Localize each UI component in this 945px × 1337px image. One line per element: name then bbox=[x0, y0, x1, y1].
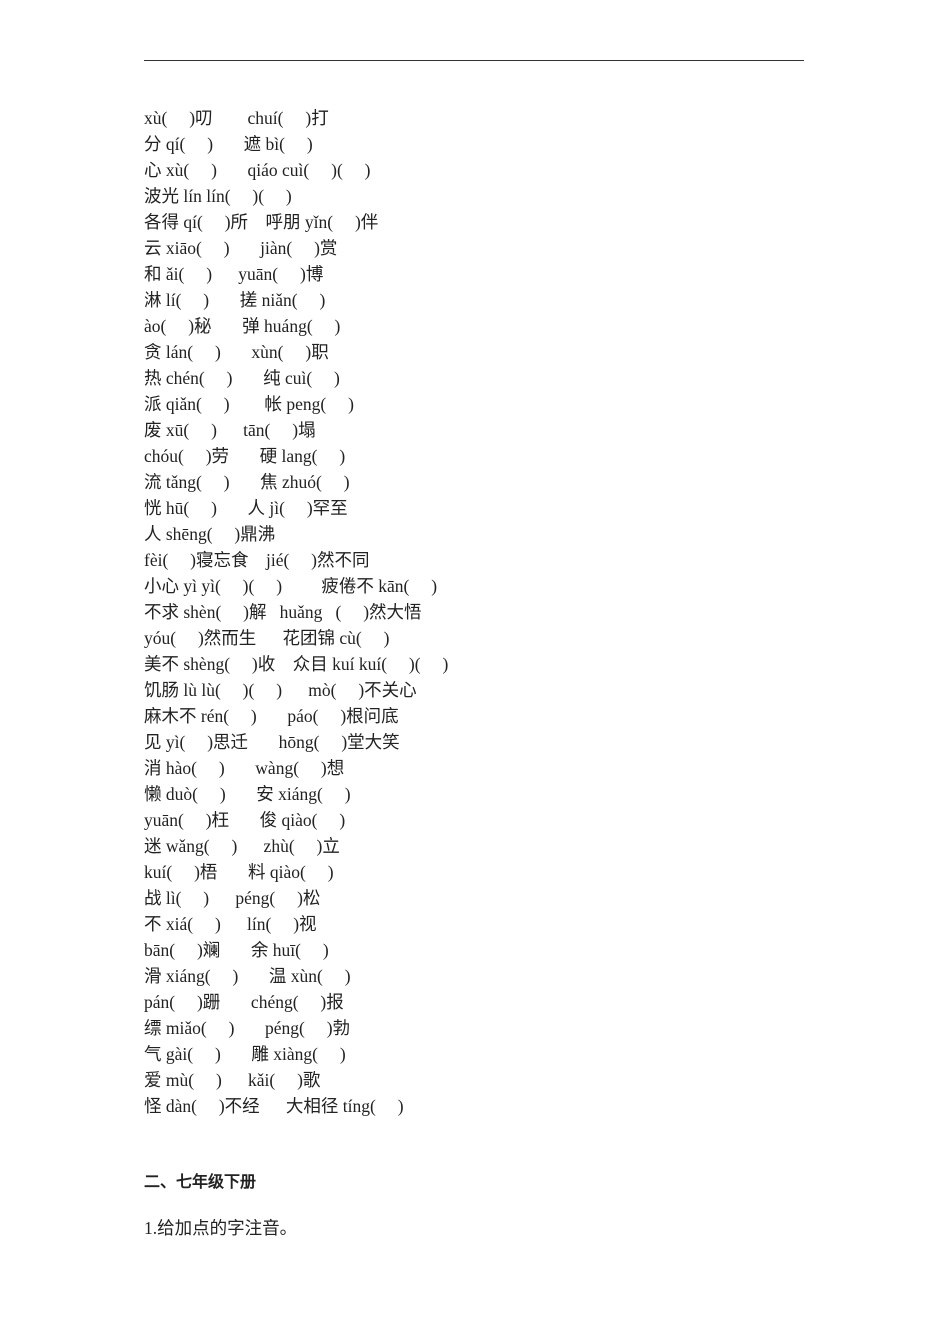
exercise-line: 心 xù( ) qiáo cuì( )( ) bbox=[144, 157, 804, 183]
exercise-line: ào( )秘 弹 huáng( ) bbox=[144, 313, 804, 339]
header-rule bbox=[144, 60, 804, 61]
exercise-line: 见 yì( )思迁 hōng( )堂大笑 bbox=[144, 729, 804, 755]
exercise-line: 战 lì( ) péng( )松 bbox=[144, 885, 804, 911]
exercise-line: 流 tǎng( ) 焦 zhuó( ) bbox=[144, 469, 804, 495]
exercise-line: 不 xiá( ) lín( )视 bbox=[144, 911, 804, 937]
exercise-line: 怪 dàn( )不经 大相径 tíng( ) bbox=[144, 1093, 804, 1119]
exercise-line: fèi( )寝忘食 jié( )然不同 bbox=[144, 547, 804, 573]
exercise-line: 恍 hū( ) 人 jì( )罕至 bbox=[144, 495, 804, 521]
exercise-line: kuí( )梧 料 qiào( ) bbox=[144, 859, 804, 885]
exercise-line: 热 chén( ) 纯 cuì( ) bbox=[144, 365, 804, 391]
instruction-text: 1.给加点的字注音。 bbox=[144, 1215, 804, 1241]
exercise-line: 气 gài( ) 雕 xiàng( ) bbox=[144, 1041, 804, 1067]
exercise-line: 各得 qí( )所 呼朋 yǐn( )伴 bbox=[144, 209, 804, 235]
exercise-line: 不求 shèn( )解 huǎng ( )然大悟 bbox=[144, 599, 804, 625]
exercise-line: 美不 shèng( )收 众目 kuí kuí( )( ) bbox=[144, 651, 804, 677]
exercise-line: 分 qí( ) 遮 bì( ) bbox=[144, 131, 804, 157]
exercise-line: 人 shēng( )鼎沸 bbox=[144, 521, 804, 547]
exercise-line: 小心 yì yì( )( ) 疲倦不 kān( ) bbox=[144, 573, 804, 599]
exercise-line: 废 xū( ) tān( )塌 bbox=[144, 417, 804, 443]
exercise-line: chóu( )劳 硬 lang( ) bbox=[144, 443, 804, 469]
exercise-line: yuān( )枉 俊 qiào( ) bbox=[144, 807, 804, 833]
exercise-line: yóu( )然而生 花团锦 cù( ) bbox=[144, 625, 804, 651]
exercise-line: 波光 lín lín( )( ) bbox=[144, 183, 804, 209]
exercise-line: 派 qiǎn( ) 帐 peng( ) bbox=[144, 391, 804, 417]
content-block: xù( )叨 chuí( )打 分 qí( ) 遮 bì( ) 心 xù( ) … bbox=[144, 105, 804, 1241]
page: xù( )叨 chuí( )打 分 qí( ) 遮 bì( ) 心 xù( ) … bbox=[0, 0, 945, 1337]
exercise-line: 淋 lí( ) 搓 niǎn( ) bbox=[144, 287, 804, 313]
exercise-line: 贪 lán( ) xùn( )职 bbox=[144, 339, 804, 365]
exercise-line: 迷 wǎng( ) zhù( )立 bbox=[144, 833, 804, 859]
exercise-line: 缥 miǎo( ) péng( )勃 bbox=[144, 1015, 804, 1041]
spacer bbox=[144, 1119, 804, 1159]
exercise-line: 麻木不 rén( ) páo( )根问底 bbox=[144, 703, 804, 729]
exercise-line: 消 hào( ) wàng( )想 bbox=[144, 755, 804, 781]
exercise-line: 懒 duò( ) 安 xiáng( ) bbox=[144, 781, 804, 807]
exercise-line: 和 ǎi( ) yuān( )博 bbox=[144, 261, 804, 287]
exercise-line: pán( )跚 chéng( )报 bbox=[144, 989, 804, 1015]
exercise-line: bān( )斓 余 huī( ) bbox=[144, 937, 804, 963]
exercise-line: 滑 xiáng( ) 温 xùn( ) bbox=[144, 963, 804, 989]
exercise-line: 饥肠 lù lù( )( ) mò( )不关心 bbox=[144, 677, 804, 703]
section-heading: 二、七年级下册 bbox=[144, 1169, 804, 1197]
exercise-line: 爱 mù( ) kǎi( )歌 bbox=[144, 1067, 804, 1093]
exercise-line: 云 xiāo( ) jiàn( )赏 bbox=[144, 235, 804, 261]
exercise-line: xù( )叨 chuí( )打 bbox=[144, 105, 804, 131]
